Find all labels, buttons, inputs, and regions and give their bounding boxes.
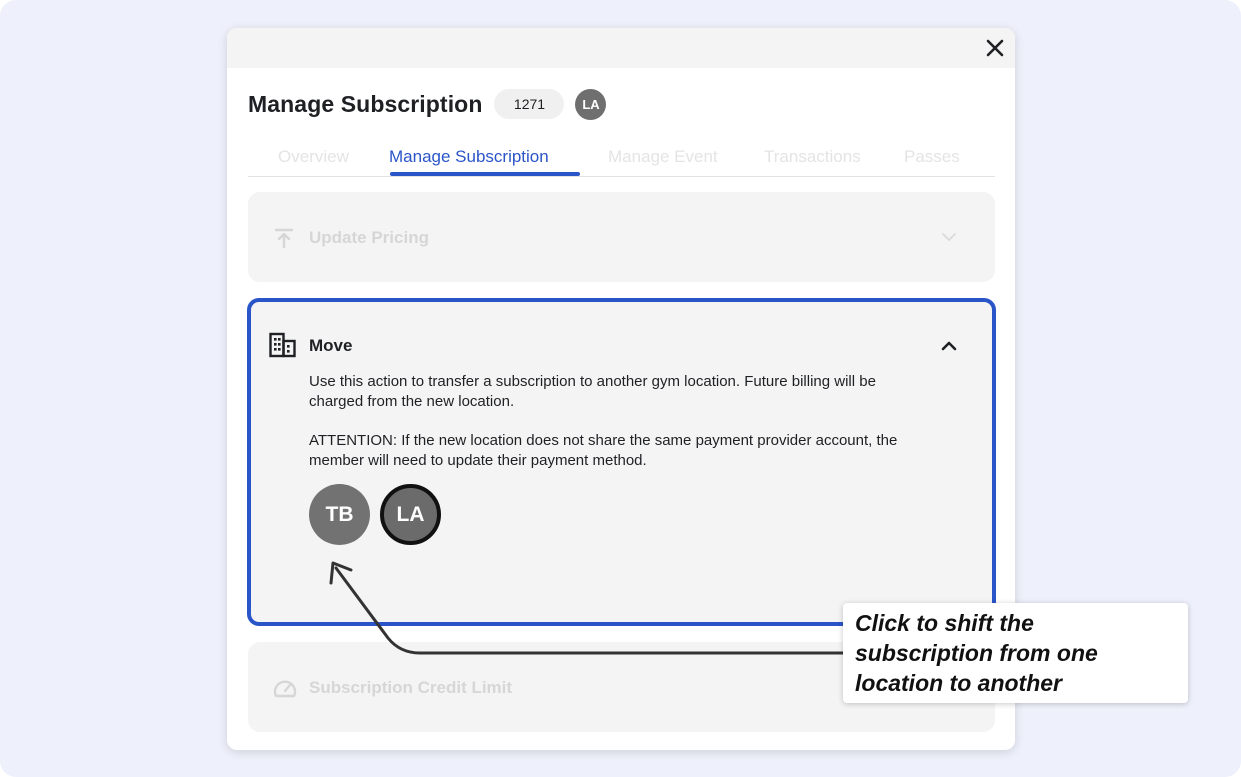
- update-pricing-title: Update Pricing: [309, 228, 429, 247]
- member-avatar: LA: [575, 88, 607, 120]
- tab-manage-subscription[interactable]: Manage Subscription: [389, 146, 549, 168]
- modal-header: Manage Subscription 1271 LA: [248, 88, 607, 120]
- chevron-up-icon: [941, 341, 957, 351]
- member-id-badge: 1271: [494, 89, 565, 119]
- collapse-button[interactable]: [937, 336, 961, 356]
- close-button[interactable]: [983, 36, 1007, 60]
- upload-icon: [274, 228, 294, 249]
- credit-limit-title: Subscription Credit Limit: [309, 678, 513, 697]
- annotation-callout: Click to shift the subscription from one…: [843, 603, 1188, 703]
- tab-bar: Overview Manage Subscription Manage Even…: [248, 146, 995, 177]
- gauge-icon: [273, 680, 297, 698]
- page-background: Manage Subscription 1271 LA Overview Man…: [0, 0, 1241, 777]
- tab-manage-event[interactable]: Manage Event: [608, 146, 718, 168]
- move-panel: Move Use this action to transfer a subsc…: [247, 298, 996, 626]
- active-tab-indicator: [390, 172, 580, 176]
- close-icon: [986, 39, 1004, 57]
- callout-line: Click to shift the: [855, 610, 1034, 636]
- move-title: Move: [309, 336, 353, 355]
- tab-passes[interactable]: Passes: [904, 146, 960, 168]
- location-avatar-la[interactable]: LA: [380, 484, 441, 545]
- page-title: Manage Subscription: [248, 90, 483, 117]
- modal-topbar: [227, 28, 1015, 68]
- move-attention-note: ATTENTION: If the new location does not …: [309, 432, 898, 469]
- tab-transactions[interactable]: Transactions: [764, 146, 861, 168]
- tab-overview[interactable]: Overview: [278, 146, 349, 168]
- callout-line: subscription from one: [855, 640, 1098, 666]
- callout-line: location to another: [855, 670, 1062, 696]
- update-pricing-panel[interactable]: Update Pricing: [248, 192, 995, 282]
- move-description: Use this action to transfer a subscripti…: [309, 373, 876, 410]
- chevron-down-icon: [942, 233, 956, 241]
- location-avatar-tb[interactable]: TB: [309, 484, 370, 545]
- building-icon: [269, 332, 296, 358]
